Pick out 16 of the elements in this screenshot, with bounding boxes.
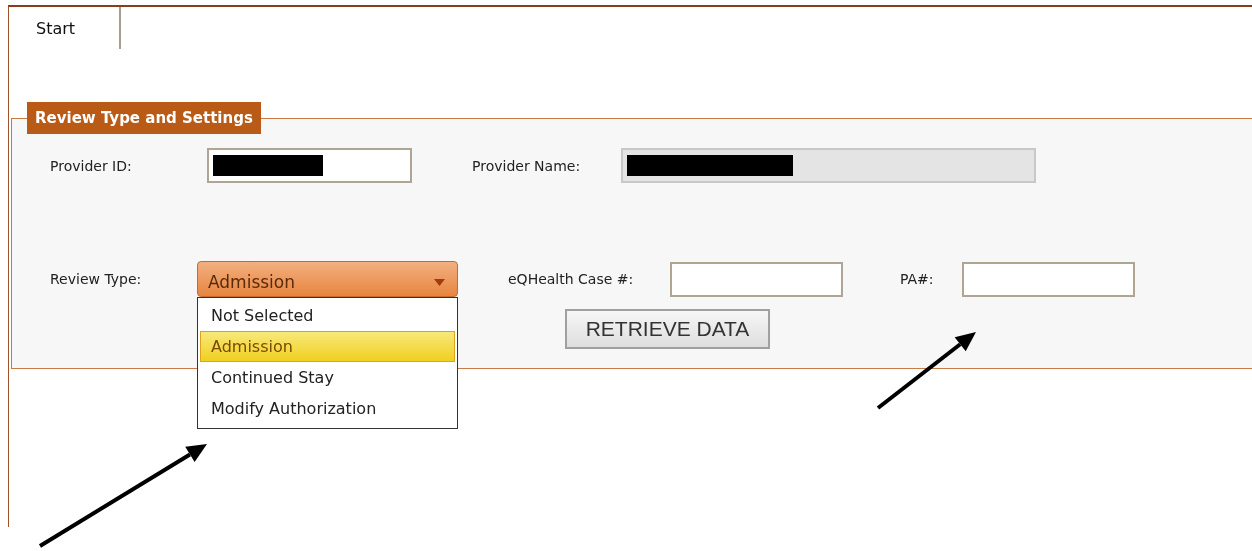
field-label: PA#: <box>900 271 935 287</box>
field-label: Review Type: <box>50 271 143 287</box>
dropdown-option[interactable]: Not Selected <box>200 300 455 331</box>
review-type-dropdown[interactable]: Admission <box>197 261 458 297</box>
field-label: Provider ID: <box>50 157 133 174</box>
field-label: eQHealth Case #: <box>508 271 635 287</box>
panel-title: Review Type and Settings <box>27 102 261 134</box>
case-number-field[interactable] <box>670 261 843 297</box>
dropdown-option[interactable]: Continued Stay <box>200 362 455 393</box>
field-label: Provider Name: <box>472 157 582 174</box>
dropdown-option[interactable]: Modify Authorization <box>200 393 455 424</box>
pa-number-field[interactable] <box>962 261 1135 297</box>
retrieve-data-button[interactable]: RETRIEVE DATA <box>565 309 770 349</box>
provider-id-field[interactable] <box>207 148 412 183</box>
caret-icon <box>434 278 445 286</box>
dropdown-option[interactable]: Admission <box>200 331 455 362</box>
